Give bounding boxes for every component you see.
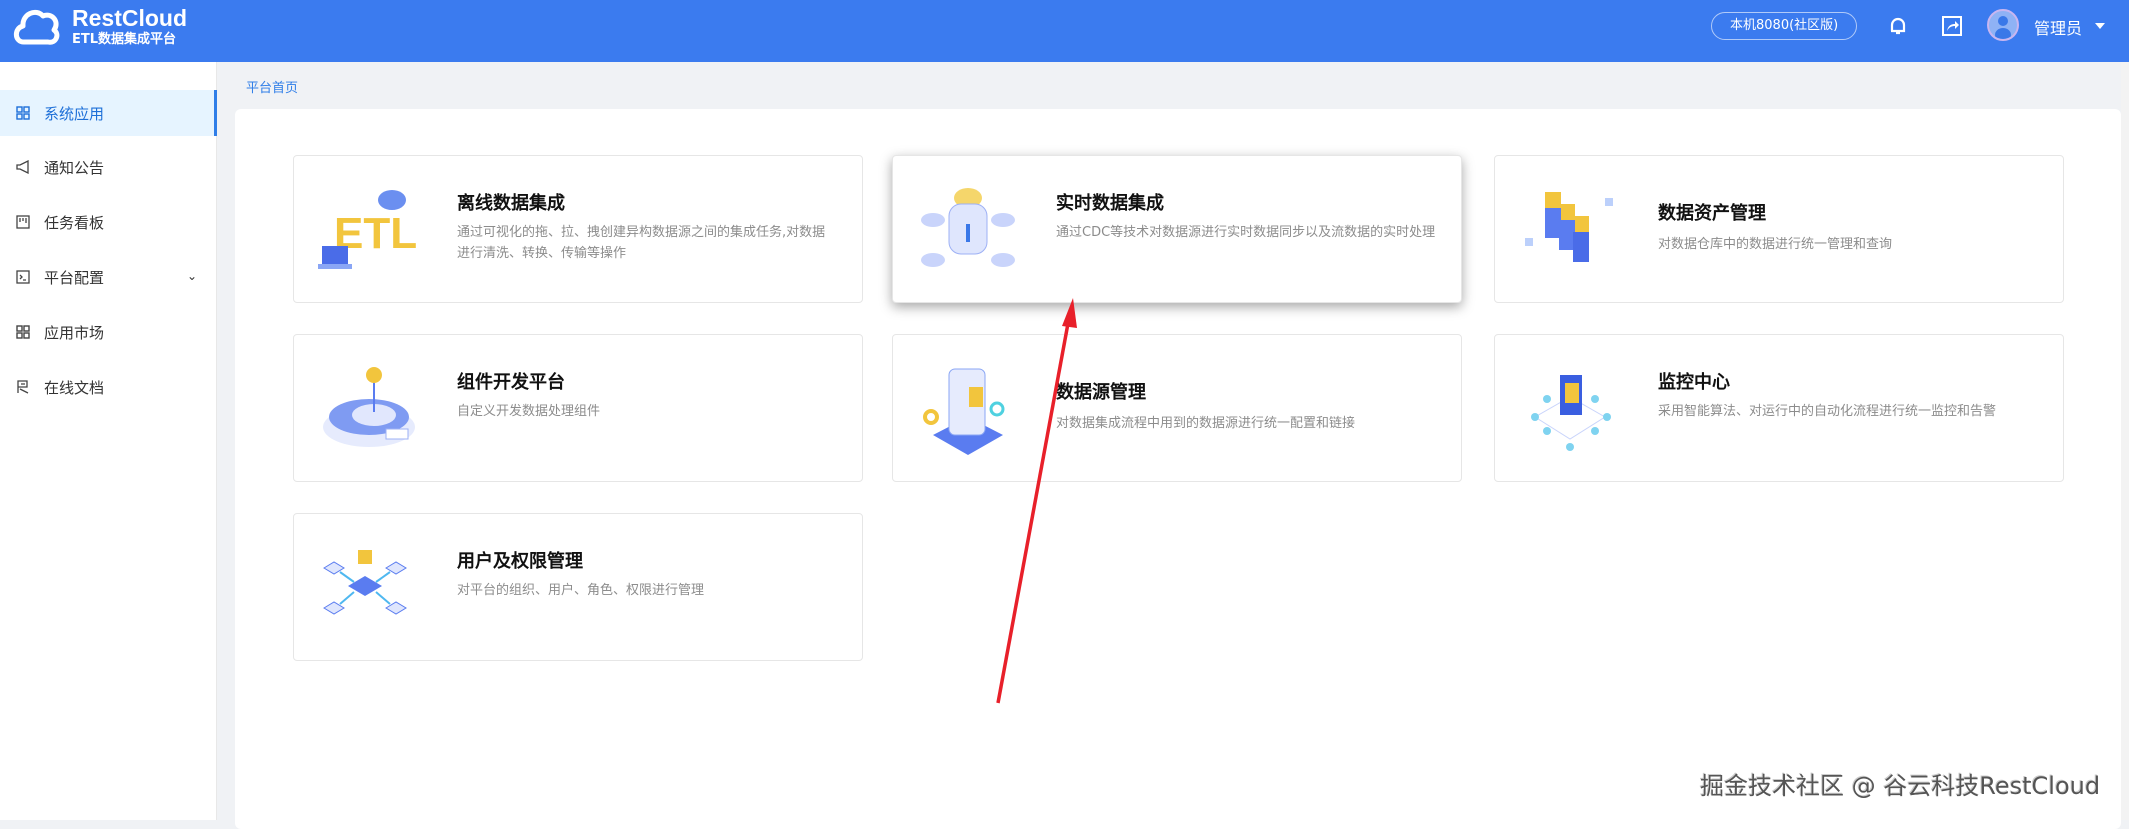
card-description: 对数据集成流程中用到的数据源进行统一配置和链接: [1056, 416, 1356, 431]
sidebar-item-system-apps[interactable]: 系统应用: [0, 90, 217, 136]
sidebar-item-task-board[interactable]: 任务看板: [0, 199, 217, 245]
card-description: 通过可视化的拖、拉、拽创建异构数据源之间的集成任务,对数据进行清洗、转换、传输等…: [457, 225, 826, 261]
scrollbar[interactable]: [2121, 62, 2129, 820]
sidebar-item-label: 在线文档: [44, 378, 105, 397]
card-description: 采用智能算法、对运行中的自动化流程进行统一监控和告警: [1658, 404, 1997, 419]
caret-down-icon[interactable]: [2095, 23, 2105, 29]
grid-icon: [16, 325, 30, 339]
board-icon: [16, 215, 30, 229]
megaphone-icon: [16, 160, 30, 174]
card-description: 对平台的组织、用户、角色、权限进行管理: [457, 583, 705, 598]
cloud-logo-icon: [13, 9, 60, 45]
card-title: 监控中心: [1658, 372, 1730, 393]
document-icon: [16, 380, 30, 394]
terminal-icon: [16, 270, 30, 284]
sidebar-item-label: 通知公告: [44, 158, 105, 177]
card-title: 组件开发平台: [457, 372, 565, 393]
app-card-realtime-integration[interactable]: 实时数据集成 通过CDC等技术对数据源进行实时数据同步以及流数据的实时处理: [892, 155, 1462, 303]
brand-name: RestCloud: [72, 4, 187, 31]
user-menu[interactable]: 管理员: [2034, 15, 2082, 39]
sidebar-item-online-docs[interactable]: 在线文档: [0, 364, 217, 410]
top-header: RestCloud ETL数据集成平台 本机8080(社区版) 管理员: [0, 0, 2129, 62]
etl-illustration-icon: ETL: [318, 190, 417, 269]
watermark: 掘金技术社区 @ 谷云科技RestCloud: [1700, 772, 2101, 800]
app-card-user-permissions[interactable]: 用户及权限管理 对平台的组织、用户、角色、权限进行管理: [293, 513, 863, 661]
app-card-offline-integration[interactable]: ETL 离线数据集成 通过可视化的拖、拉、拽创建异构数据源之间的集成任务,对数据…: [293, 155, 863, 303]
card-description: 自定义开发数据处理组件: [457, 404, 601, 419]
component-platform-illustration-icon: [323, 367, 415, 447]
sidebar-item-app-market[interactable]: 应用市场: [0, 309, 217, 355]
monitoring-illustration-icon: [1531, 375, 1611, 451]
sidebar: 系统应用 通知公告 任务看板 平台配置 ⌄ 应用市场 在线文档: [0, 62, 217, 820]
sidebar-item-notices[interactable]: 通知公告: [0, 144, 217, 190]
card-title: 离线数据集成: [457, 193, 565, 214]
share-icon[interactable]: [1940, 14, 1964, 38]
chevron-down-icon[interactable]: ⌄: [187, 269, 197, 283]
sidebar-item-label: 系统应用: [44, 104, 105, 123]
card-description: 通过CDC等技术对数据源进行实时数据同步以及流数据的实时处理: [1056, 225, 1436, 240]
card-title: 实时数据集成: [1056, 193, 1164, 214]
realtime-hub-illustration-icon: [921, 188, 1015, 267]
card-title: 用户及权限管理: [457, 551, 583, 572]
sidebar-item-label: 任务看板: [44, 213, 105, 232]
bell-icon[interactable]: [1886, 14, 1910, 38]
brand-subtitle: ETL数据集成平台: [72, 31, 177, 47]
card-title: 数据源管理: [1056, 382, 1146, 403]
logo[interactable]: RestCloud ETL数据集成平台: [12, 4, 187, 48]
sidebar-item-label: 平台配置: [44, 268, 105, 287]
app-card-component-dev[interactable]: 组件开发平台 自定义开发数据处理组件: [293, 334, 863, 482]
app-card-monitoring[interactable]: 监控中心 采用智能算法、对运行中的自动化流程进行统一监控和告警: [1494, 334, 2064, 482]
app-card-data-assets[interactable]: 数据资产管理 对数据仓库中的数据进行统一管理和查询: [1494, 155, 2064, 303]
datasource-server-illustration-icon: [923, 368, 1005, 455]
environment-badge[interactable]: 本机8080(社区版): [1711, 12, 1858, 40]
app-card-datasource[interactable]: 数据源管理 对数据集成流程中用到的数据源进行统一配置和链接: [892, 334, 1462, 482]
sidebar-item-platform-config[interactable]: 平台配置 ⌄: [0, 254, 217, 300]
avatar[interactable]: [1987, 9, 2019, 41]
data-assets-illustration-icon: [1525, 192, 1613, 262]
grid-icon: [16, 106, 30, 120]
breadcrumb[interactable]: 平台首页: [246, 77, 298, 96]
sidebar-item-label: 应用市场: [44, 323, 105, 342]
user-permissions-illustration-icon: [323, 550, 407, 615]
card-description: 对数据仓库中的数据进行统一管理和查询: [1658, 237, 1893, 252]
card-title: 数据资产管理: [1658, 203, 1766, 224]
